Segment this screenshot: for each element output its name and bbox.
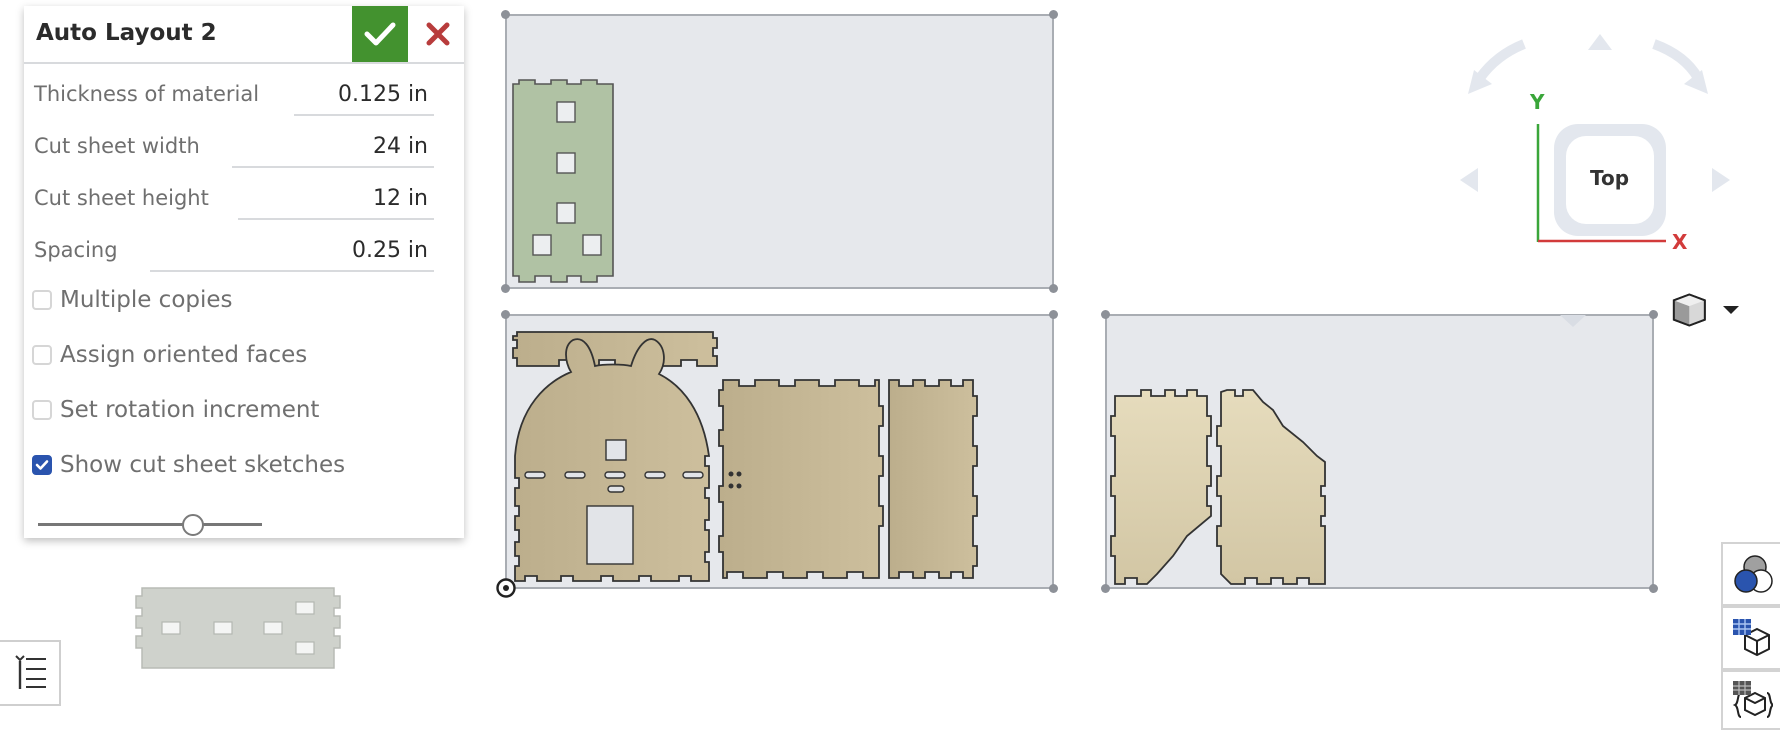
y-axis-label: Y [1530, 90, 1545, 114]
part-narrow-panel[interactable] [888, 379, 978, 579]
accept-button[interactable] [352, 6, 408, 62]
view-navigation-arrows [1460, 34, 1730, 243]
thickness-row: Thickness of material [34, 74, 434, 118]
sheet-height-row: Cut sheet height [34, 178, 434, 222]
sheet-width-input[interactable] [232, 126, 434, 168]
multiple-copies-label: Multiple copies [60, 287, 233, 313]
variables-button[interactable] [1721, 670, 1780, 730]
part-side-right[interactable] [1216, 389, 1326, 585]
rotation-increment-label: Set rotation increment [60, 397, 320, 423]
part-green-panel[interactable] [512, 79, 614, 283]
checkmark-icon [35, 460, 49, 470]
show-sketches-option[interactable]: Show cut sheet sketches [32, 449, 345, 481]
sheet-width-label: Cut sheet width [34, 134, 200, 158]
cut-sheet-3[interactable] [1101, 310, 1658, 593]
sheet-width-row: Cut sheet width [34, 126, 434, 170]
cancel-button[interactable] [416, 12, 460, 56]
bom-button[interactable] [1721, 606, 1780, 670]
rotation-increment-checkbox[interactable] [32, 400, 52, 420]
opacity-slider[interactable] [38, 514, 262, 536]
thickness-input[interactable] [294, 74, 434, 116]
sheet-3-parts [1110, 389, 1326, 585]
view-cube-face-top[interactable]: Top [1590, 166, 1629, 190]
sheet-height-input[interactable] [238, 178, 434, 220]
x-axis-label: X [1672, 230, 1688, 254]
cut-sheet-2[interactable] [501, 310, 1058, 593]
chevron-down-icon [1722, 306, 1739, 314]
dialog-header: Auto Layout 2 [24, 6, 464, 64]
view-cube[interactable]: Top Y X [1440, 24, 1750, 264]
slider-track [38, 523, 262, 526]
show-sketches-checkbox[interactable] [32, 455, 52, 475]
spacing-label: Spacing [34, 238, 118, 262]
variable-table-cube-icon [1732, 681, 1773, 718]
feature-list-icon [14, 655, 46, 689]
spacing-input[interactable] [150, 230, 434, 272]
spacing-row: Spacing [34, 230, 434, 274]
appearances-button[interactable] [1721, 542, 1780, 606]
cut-sheet-1[interactable] [501, 10, 1058, 293]
part-gray-preview[interactable] [134, 584, 350, 674]
sheet-2-parts [512, 331, 978, 582]
rotate-left-arrow[interactable] [1460, 168, 1478, 192]
feature-list-button[interactable] [0, 640, 61, 706]
origin-icon[interactable] [495, 577, 517, 599]
rotate-right-arrow[interactable] [1712, 168, 1730, 192]
dialog-title: Auto Layout 2 [36, 20, 217, 46]
rotate-down-arrow[interactable] [1560, 314, 1586, 328]
rotate-ccw-arrow[interactable] [1475, 39, 1526, 81]
checkmark-icon [364, 22, 396, 46]
close-icon [426, 22, 450, 46]
auto-layout-dialog: Auto Layout 2 Thickness of material Cut … [24, 6, 464, 538]
slider-thumb[interactable] [181, 514, 204, 536]
sheet-height-label: Cut sheet height [34, 186, 209, 210]
rotate-cw-arrow[interactable] [1652, 39, 1703, 81]
assign-oriented-faces-option[interactable]: Assign oriented faces [32, 339, 307, 371]
rotation-increment-option[interactable]: Set rotation increment [32, 394, 319, 426]
multiple-copies-checkbox[interactable] [32, 290, 52, 310]
assign-oriented-faces-label: Assign oriented faces [60, 342, 308, 368]
thickness-label: Thickness of material [34, 82, 260, 106]
sheet-1-parts [512, 79, 614, 283]
view-mode-dropdown[interactable] [1670, 290, 1740, 330]
part-side-left[interactable] [1110, 389, 1212, 585]
part-top-strip[interactable] [512, 331, 718, 367]
bom-table-cube-icon [1732, 619, 1770, 657]
show-sketches-label: Show cut sheet sketches [60, 452, 346, 478]
assign-oriented-faces-checkbox[interactable] [32, 345, 52, 365]
cube-shaded-icon [1672, 293, 1706, 327]
rotate-up-arrow[interactable] [1588, 34, 1612, 50]
part-side-panel[interactable] [718, 379, 884, 579]
appearance-circles-icon [1733, 555, 1773, 593]
multiple-copies-option[interactable]: Multiple copies [32, 284, 233, 316]
